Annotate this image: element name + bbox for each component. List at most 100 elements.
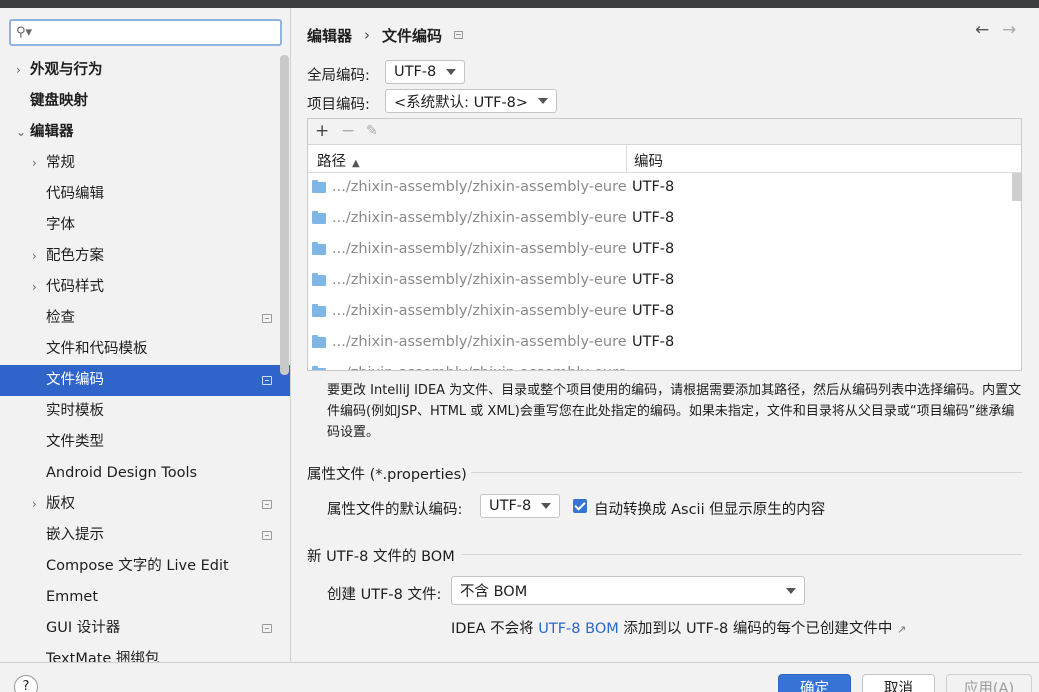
global-encoding-select[interactable]: UTF-8 [385, 60, 466, 84]
chevron-right-icon: › [364, 26, 371, 44]
project-encoding-value: <系统默认: UTF-8> [394, 94, 529, 111]
project-scope-icon [262, 314, 272, 323]
table-toolbar: + − ✎ [308, 119, 1021, 145]
sidebar-item-label: 文件类型 [46, 434, 104, 450]
table-row[interactable]: .../zhixin-assembly/zhixin-assembly-eure… [308, 266, 1012, 297]
sidebar-item[interactable]: 嵌入提示 [0, 520, 290, 551]
project-encoding-select[interactable]: <系统默认: UTF-8> [385, 89, 558, 113]
row-path: .../zhixin-assembly/zhixin-assembly-eure… [332, 179, 626, 195]
bom-select[interactable]: 不含 BOM [451, 576, 805, 605]
project-scope-icon [454, 31, 464, 39]
sidebar-item[interactable]: 文件编码 [0, 365, 290, 396]
back-arrow-icon[interactable]: ← [975, 20, 989, 40]
bom-value: 不含 BOM [460, 584, 528, 600]
sidebar-item[interactable]: › 配色方案 [0, 241, 290, 272]
sidebar-item-label: 常规 [46, 155, 75, 171]
sidebar-item-label: 文件编码 [46, 372, 104, 388]
section-divider [471, 472, 1022, 473]
dropdown-arrow-icon [538, 98, 549, 104]
table-row[interactable]: .../zhixin-assembly/zhixin-assembly-eure… [308, 359, 1012, 370]
row-encoding[interactable]: UTF-8 [632, 303, 674, 319]
ascii-conversion-checkbox[interactable] [573, 499, 587, 513]
apply-button[interactable]: 应用(A) [946, 674, 1032, 692]
column-divider[interactable] [626, 145, 627, 173]
settings-sidebar: ⚲▾ › 外观与行为 键盘映射 ⌄ 编辑器 › 常规 代码编辑 字体 › 配色方案 › 代码样式 检查 文件… [0, 8, 291, 662]
chevron-right-icon[interactable]: › [16, 55, 21, 86]
path-encoding-table: + − ✎ 路径 ▲ 编码 .../zhixin-assembly/zhixin-… [307, 118, 1022, 371]
sidebar-item[interactable]: 键盘映射 [0, 86, 290, 117]
window-title-bar [0, 0, 1039, 8]
dropdown-arrow-icon [786, 587, 796, 594]
sidebar-item[interactable]: GUI 设计器 [0, 613, 290, 644]
ok-button[interactable]: 确定 [778, 674, 851, 692]
sidebar-item-label: 外观与行为 [30, 62, 103, 78]
sidebar-item[interactable]: › 常规 [0, 148, 290, 179]
sidebar-item[interactable]: 字体 [0, 210, 290, 241]
row-encoding[interactable]: UTF-8 [632, 272, 674, 288]
table-row[interactable]: .../zhixin-assembly/zhixin-assembly-eure… [308, 328, 1012, 359]
properties-encoding-value: UTF-8 [489, 498, 532, 514]
row-encoding[interactable]: UTF-8 [632, 179, 674, 195]
breadcrumb-parent[interactable]: 编辑器 [307, 25, 352, 46]
column-header-path[interactable]: 路径 ▲ [317, 150, 360, 171]
sidebar-item[interactable]: › 版权 [0, 489, 290, 520]
project-scope-icon [262, 531, 272, 540]
chevron-down-icon[interactable]: ⌄ [16, 117, 26, 148]
remove-icon[interactable]: − [341, 121, 355, 141]
sidebar-item[interactable]: Compose 文字的 Live Edit [0, 551, 290, 582]
sidebar-item[interactable]: 检查 [0, 303, 290, 334]
ascii-conversion-label[interactable]: 自动转换成 Ascii 但显示原生的内容 [594, 498, 825, 519]
utf8-bom-link[interactable]: UTF-8 BOM [538, 621, 619, 637]
table-row[interactable]: .../zhixin-assembly/zhixin-assembly-eure… [308, 235, 1012, 266]
sidebar-item-label: 检查 [46, 310, 75, 326]
settings-search-input[interactable]: ⚲▾ [9, 19, 282, 46]
properties-encoding-select[interactable]: UTF-8 [480, 494, 561, 518]
sidebar-item-label: TextMate 捆绑包 [46, 651, 160, 662]
sidebar-item-label: Emmet [46, 589, 99, 605]
row-encoding[interactable]: UTF-8 [632, 210, 674, 226]
sidebar-item[interactable]: 文件类型 [0, 427, 290, 458]
cancel-button[interactable]: 取消 [862, 674, 935, 692]
row-path: .../zhixin-assembly/zhixin-assembly-eure… [332, 210, 626, 226]
table-header: 路径 ▲ 编码 [308, 145, 1021, 173]
chevron-right-icon[interactable]: › [32, 241, 37, 272]
sidebar-item-label: 字体 [46, 217, 75, 233]
row-path: .../zhixin-assembly/zhixin-assembly-eure… [332, 272, 626, 288]
chevron-right-icon[interactable]: › [32, 272, 37, 303]
row-encoding[interactable]: UTF-8 [632, 334, 674, 350]
folder-icon [312, 242, 326, 255]
table-row[interactable]: .../zhixin-assembly/zhixin-assembly-eure… [308, 297, 1012, 328]
sidebar-item[interactable]: 代码编辑 [0, 179, 290, 210]
add-icon[interactable]: + [315, 121, 329, 141]
chevron-right-icon[interactable]: › [32, 489, 37, 520]
table-row[interactable]: .../zhixin-assembly/zhixin-assembly-eure… [308, 173, 1012, 204]
global-encoding-value: UTF-8 [394, 64, 437, 80]
sidebar-item[interactable]: ⌄ 编辑器 [0, 117, 290, 148]
sidebar-item[interactable]: › 代码样式 [0, 272, 290, 303]
sidebar-scrollbar[interactable] [280, 55, 289, 375]
table-scrollbar[interactable] [1012, 173, 1021, 201]
sidebar-item-label: GUI 设计器 [46, 620, 121, 636]
project-scope-icon [262, 376, 272, 385]
chevron-right-icon[interactable]: › [32, 148, 37, 179]
help-button[interactable]: ? [14, 675, 38, 692]
sidebar-item[interactable]: 文件和代码模板 [0, 334, 290, 365]
dialog-footer: ? 确定 取消 应用(A) [0, 662, 1039, 692]
sidebar-item[interactable]: TextMate 捆绑包 [0, 644, 290, 662]
sidebar-item[interactable]: › 外观与行为 [0, 55, 290, 86]
column-header-encoding[interactable]: 编码 [634, 150, 663, 171]
row-encoding[interactable]: UTF-8 [632, 241, 674, 257]
sidebar-item[interactable]: 实时模板 [0, 396, 290, 427]
sidebar-item[interactable]: Emmet [0, 582, 290, 613]
sidebar-item-label: 文件和代码模板 [46, 341, 148, 357]
external-link-icon: ↗ [896, 623, 907, 636]
sidebar-item[interactable]: Android Design Tools [0, 458, 290, 489]
edit-icon[interactable]: ✎ [366, 123, 378, 139]
row-path: .../zhixin-assembly/zhixin-assembly-eure… [332, 365, 626, 370]
column-header-path-label: 路径 [317, 154, 346, 170]
table-row[interactable]: .../zhixin-assembly/zhixin-assembly-eure… [308, 204, 1012, 235]
breadcrumb-current: 文件编码 [382, 26, 443, 45]
row-path: .../zhixin-assembly/zhixin-assembly-eure… [332, 334, 626, 350]
forward-arrow-icon[interactable]: → [1002, 20, 1016, 40]
sidebar-item-label: 配色方案 [46, 248, 104, 264]
